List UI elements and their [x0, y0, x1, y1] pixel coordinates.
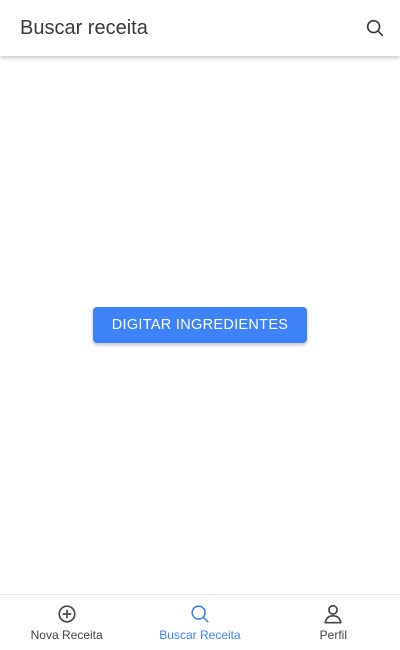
nav-label-perfil: Perfil [319, 628, 347, 642]
page-title: Buscar receita [20, 17, 148, 39]
nav-label-nova-receita: Nova Receita [30, 628, 103, 642]
nav-label-buscar-receita: Buscar Receita [159, 628, 241, 642]
nav-item-nova-receita[interactable]: Nova Receita [0, 595, 133, 650]
nav-item-perfil[interactable]: Perfil [267, 595, 400, 650]
type-ingredients-button[interactable]: DIGITAR INGREDIENTES [93, 307, 307, 343]
plus-circle-icon [56, 603, 78, 625]
user-icon [322, 603, 344, 625]
search-icon [189, 603, 211, 625]
bottom-navigation: Nova Receita Buscar Receita Perfil [0, 594, 400, 650]
nav-item-buscar-receita[interactable]: Buscar Receita [133, 595, 266, 650]
app-header: Buscar receita [0, 0, 400, 56]
main-content: DIGITAR INGREDIENTES [0, 56, 400, 594]
search-icon[interactable] [364, 17, 386, 39]
app-root: Buscar receita DIGITAR INGREDIENTES Nova… [0, 0, 400, 650]
